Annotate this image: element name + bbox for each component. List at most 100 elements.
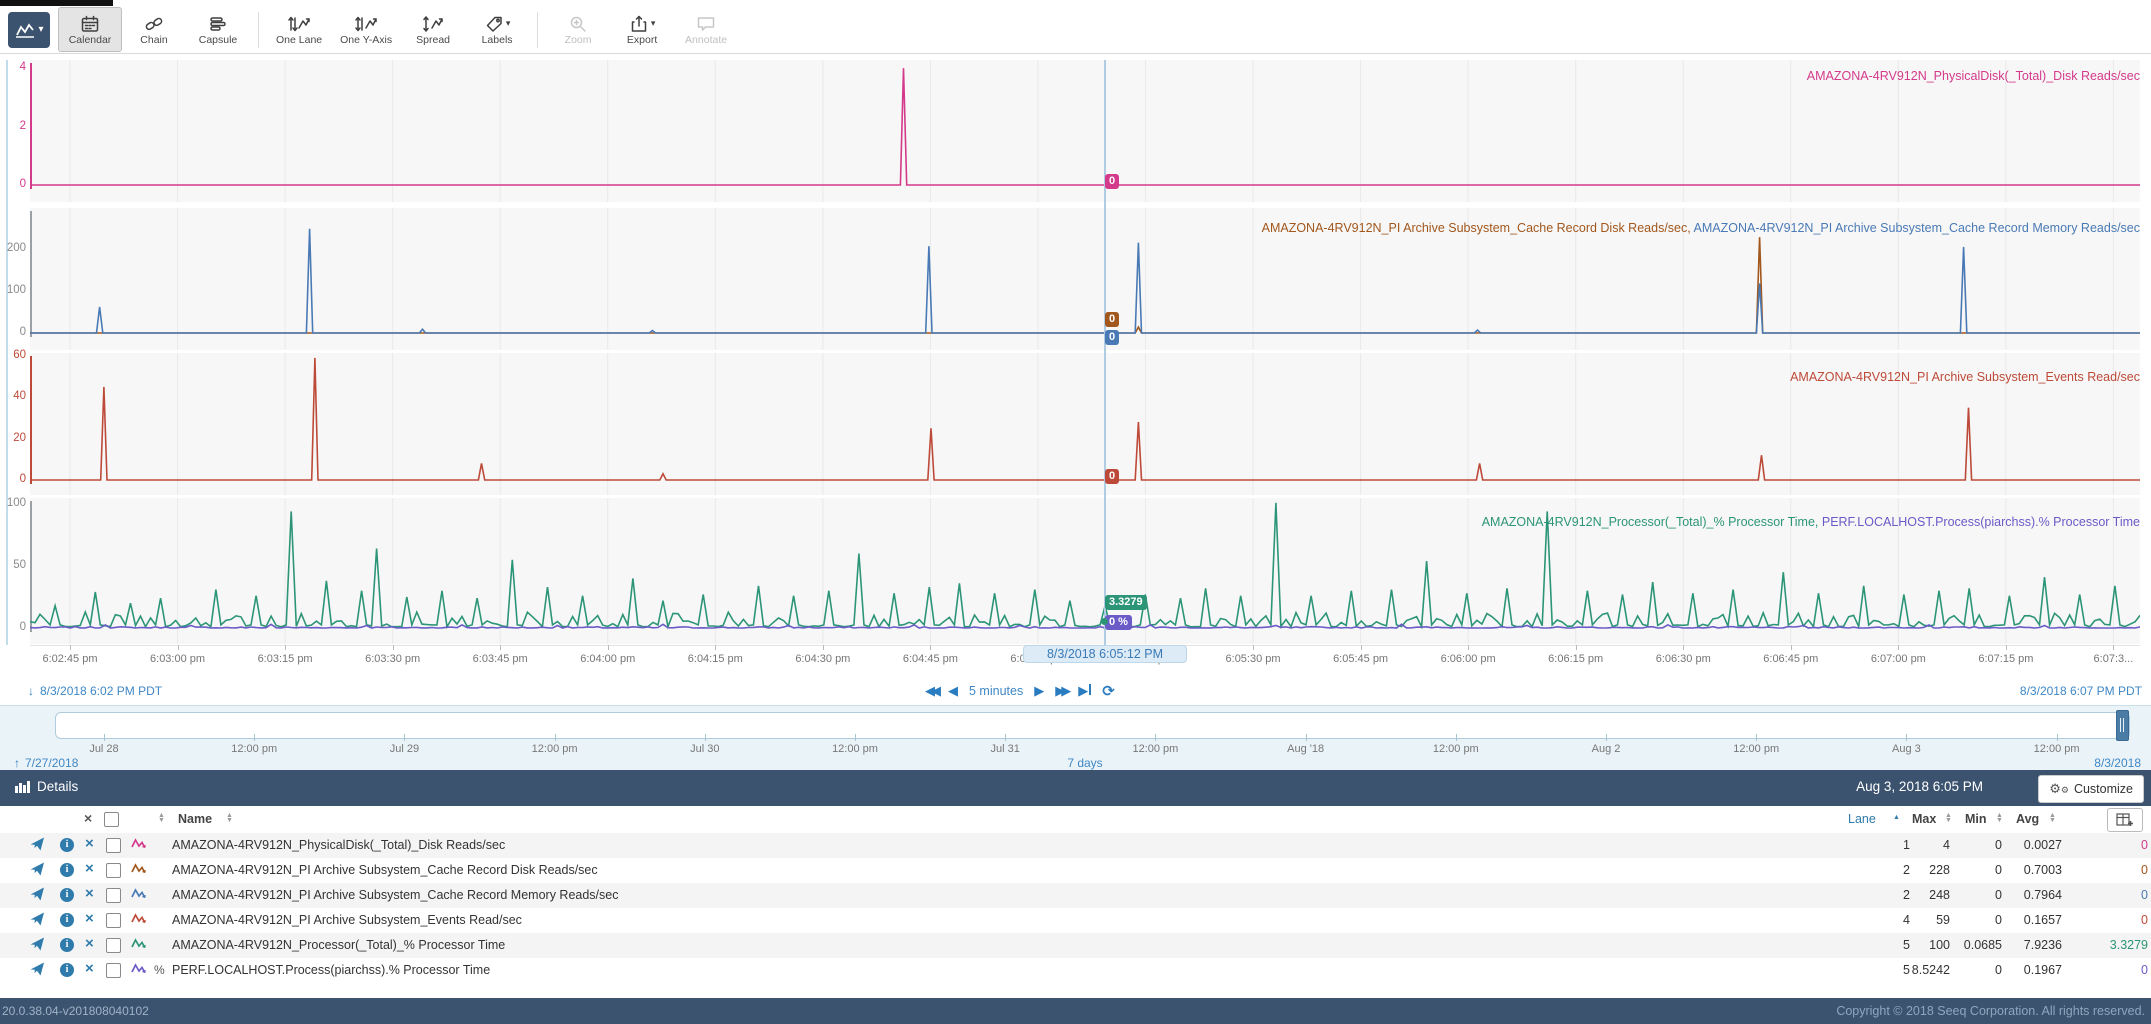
row-checkbox[interactable] (106, 888, 121, 903)
overview-duration[interactable]: 7 days (1040, 756, 1130, 770)
sort-icon[interactable]: ▲▼ (1945, 813, 1952, 823)
signal-name[interactable]: AMAZONA-4RV912N_PI Archive Subsystem_Cac… (172, 863, 598, 877)
add-column-button[interactable] (2107, 808, 2143, 832)
export-button[interactable]: ▾Export (610, 7, 674, 52)
spread-button[interactable]: Spread (401, 7, 465, 52)
series-label[interactable]: AMAZONA-4RV912N_PI Archive Subsystem_Cac… (1694, 221, 2140, 235)
step-back-button[interactable]: ◀ (948, 683, 958, 699)
auto-update-button[interactable]: ⟳ (1102, 682, 1115, 700)
remove-icon[interactable]: × (85, 911, 94, 926)
overview-tick-mark (1005, 734, 1006, 741)
labels-button[interactable]: ▾Labels (465, 7, 529, 52)
chain-button[interactable]: Chain (122, 7, 186, 52)
step-forward-page-button[interactable]: ▶▶ (1055, 683, 1067, 699)
remove-icon[interactable]: × (85, 936, 94, 951)
overview-tick-mark (1756, 734, 1757, 741)
column-header-avg[interactable]: Avg (2016, 812, 2039, 826)
y-tick-label: 0 (0, 178, 26, 190)
send-to-trend-icon[interactable] (30, 912, 45, 931)
signal-name[interactable]: AMAZONA-4RV912N_PhysicalDisk(_Total)_Dis… (172, 838, 505, 852)
table-row[interactable]: i × AMAZONA-4RV912N_PhysicalDisk(_Total)_D… (0, 833, 2151, 858)
info-icon[interactable]: i (60, 888, 74, 902)
sort-icon[interactable]: ▲▼ (1996, 813, 2003, 823)
remove-icon[interactable]: × (85, 861, 94, 876)
info-icon[interactable]: i (60, 963, 74, 977)
display-range-start[interactable]: ↓8/3/2018 6:02 PM PDT (28, 684, 162, 698)
trend-view-dropdown-button[interactable]: ▾ (8, 12, 50, 48)
series-label[interactable]: AMAZONA-4RV912N_Processor(_Total)_% Proc… (1482, 515, 1822, 529)
send-to-trend-icon[interactable] (30, 887, 45, 906)
send-to-trend-icon[interactable] (30, 937, 45, 956)
cursor-value: 0 (2028, 838, 2148, 852)
series-label[interactable]: PERF.LOCALHOST.Process(piarchss).% Proce… (1822, 515, 2140, 529)
series-label[interactable]: AMAZONA-4RV912N_PI Archive Subsystem_Cac… (1262, 221, 1694, 235)
step-forward-button[interactable]: ▶ (1034, 683, 1044, 699)
one-y-axis-button[interactable]: One Y-Axis (331, 7, 401, 52)
row-checkbox[interactable] (106, 863, 121, 878)
send-to-trend-icon[interactable] (30, 962, 45, 981)
column-header-min[interactable]: Min (1965, 812, 1987, 826)
info-icon[interactable]: i (60, 838, 74, 852)
send-to-trend-icon[interactable] (30, 837, 45, 856)
sort-asc-icon[interactable]: ▲ (1893, 815, 1900, 820)
series-label[interactable]: AMAZONA-4RV912N_PI Archive Subsystem_Eve… (1790, 370, 2140, 384)
sort-icon[interactable]: ▲▼ (158, 813, 165, 823)
table-row[interactable]: i × AMAZONA-4RV912N_PI Archive Subsystem_E… (0, 908, 2151, 933)
series-label[interactable]: AMAZONA-4RV912N_PhysicalDisk(_Total)_Dis… (1807, 69, 2140, 83)
step-back-page-button[interactable]: ◀◀ (925, 683, 937, 699)
row-checkbox[interactable] (106, 938, 121, 953)
signal-name[interactable]: PERF.LOCALHOST.Process(piarchss).% Proce… (172, 963, 490, 977)
info-icon[interactable]: i (60, 863, 74, 877)
sort-icon[interactable]: ▲▼ (226, 813, 233, 823)
sort-icon[interactable]: ▲▼ (2049, 813, 2056, 823)
select-all-checkbox[interactable] (104, 812, 119, 827)
remove-icon[interactable]: × (85, 836, 94, 851)
send-to-trend-icon[interactable] (30, 862, 45, 881)
duration-dropdown[interactable]: 5 minutes (969, 684, 1023, 698)
x-tick-label: 6:07:00 pm (1853, 653, 1943, 665)
column-header-name[interactable]: Name (178, 812, 212, 826)
x-tick-label: 6:07:15 pm (1961, 653, 2051, 665)
expand-range-left-icon[interactable]: ↓ (28, 684, 34, 698)
signal-name[interactable]: AMAZONA-4RV912N_PI Archive Subsystem_Cac… (172, 888, 618, 902)
table-row[interactable]: i × AMAZONA-4RV912N_PI Archive Subsystem_C… (0, 858, 2151, 883)
calendar-button[interactable]: Calendar (58, 7, 122, 52)
toolbar-buttons: CalendarChainCapsule One Lane One Y-AxisSp… (58, 7, 738, 52)
signal-name[interactable]: AMAZONA-4RV912N_PI Archive Subsystem_Eve… (172, 913, 522, 927)
one-lane-button[interactable]: One Lane (267, 7, 331, 52)
row-checkbox[interactable] (106, 913, 121, 928)
overview-range-track[interactable] (55, 712, 2130, 739)
table-row[interactable]: i × AMAZONA-4RV912N_Processor(_Total)_% Pr… (0, 933, 2151, 958)
y-tick-label: 0 (0, 621, 26, 633)
column-header-lane[interactable]: Lane (1848, 812, 1876, 826)
series-line-1-1 (30, 68, 2140, 185)
row-checkbox[interactable] (106, 963, 121, 978)
step-to-end-button[interactable]: ▶ (1078, 683, 1091, 699)
overview-range-handle[interactable] (2116, 710, 2129, 741)
overview-tick-label: 12:00 pm (1100, 743, 1210, 755)
capsule-icon (208, 14, 228, 33)
remove-icon[interactable]: × (85, 886, 94, 901)
y-tick-label: 2 (0, 120, 26, 132)
display-range-end[interactable]: 8/3/2018 6:07 PM PDT (2020, 684, 2142, 698)
table-row[interactable]: i×%PERF.LOCALHOST.Process(piarchss).% Pr… (0, 958, 2151, 983)
capsule-button[interactable]: Capsule (186, 7, 250, 52)
overview-start-date[interactable]: ↑7/27/2018 (14, 756, 78, 770)
copyright-label: Copyright © 2018 Seeq Corporation. All r… (1836, 1004, 2145, 1018)
signal-name[interactable]: AMAZONA-4RV912N_Processor(_Total)_% Proc… (172, 938, 505, 952)
chain-icon (144, 14, 164, 33)
customize-button[interactable]: ⚙⚙ Customize (2038, 775, 2144, 803)
remove-all-icon[interactable]: × (84, 810, 92, 826)
remove-icon[interactable]: × (85, 961, 94, 976)
info-icon[interactable]: i (60, 938, 74, 952)
expand-overview-icon[interactable]: ↑ (14, 756, 20, 770)
info-icon[interactable]: i (60, 913, 74, 927)
time-navigation: ◀◀ ◀ 5 minutes ▶ ▶▶ ▶ ⟳ (925, 682, 1115, 700)
row-checkbox[interactable] (106, 838, 121, 853)
overview-tick-label: Aug 2 (1551, 743, 1661, 755)
column-header-max[interactable]: Max (1912, 812, 1936, 826)
annotate-button: Annotate (674, 7, 738, 52)
table-row[interactable]: i × AMAZONA-4RV912N_PI Archive Subsystem_C… (0, 883, 2151, 908)
one-lane-label: One Lane (276, 34, 322, 46)
overview-end-date[interactable]: 8/3/2018 (2094, 756, 2141, 770)
